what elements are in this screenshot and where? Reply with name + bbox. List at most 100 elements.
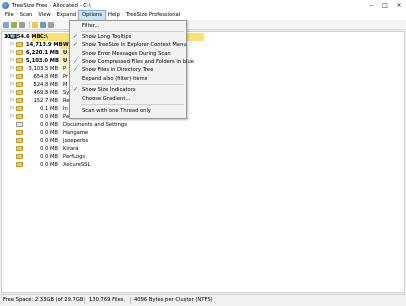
- refresh-icon[interactable]: [11, 21, 17, 28]
- tree-row[interactable]: ▷ 0.0 MB Pe: [2, 113, 402, 121]
- maximize-button[interactable]: □: [378, 0, 392, 11]
- menu-item-label: Show Long Tooltips: [82, 34, 132, 40]
- menu-file[interactable]: File: [2, 11, 17, 20]
- folder-icon: [16, 74, 23, 79]
- expand-icon[interactable]: ▷: [10, 98, 15, 103]
- menu-item-label: Show Compressed Files and Folders in blu…: [82, 59, 194, 65]
- expand-icon[interactable]: ▷: [10, 114, 15, 119]
- menu-item-compressed-blue[interactable]: ✓ Show Compressed Files and Folders in b…: [70, 58, 194, 66]
- tree-row[interactable]: ▷ 152.7 MB Re: [2, 97, 402, 105]
- menu-item-choose-gradient[interactable]: Choose Gradient...: [70, 95, 186, 103]
- expand-icon[interactable]: ▷: [10, 106, 15, 111]
- close-button[interactable]: ×: [392, 0, 406, 11]
- menu-item-size-indicators[interactable]: ✓ Show Size Indicators: [70, 86, 186, 94]
- menu-item-files-in-tree[interactable]: ✓ Show Files in Directory Tree: [70, 66, 186, 74]
- menu-item-long-tooltips[interactable]: ✓ Show Long Tooltips: [70, 33, 186, 41]
- menu-item-label: Show TreeSize In Explorer Context Menu: [82, 42, 187, 48]
- tree-row[interactable]: 0.0 MB XecureSSL: [2, 161, 402, 169]
- checkmark-icon: ✓: [73, 86, 79, 93]
- directory-tree[interactable]: ◢ 31,154.6 MB C:\ ▷ 14,713.9 MB W ▷ 6,22…: [1, 31, 405, 293]
- tree-size: 152.7 MB: [33, 98, 58, 104]
- menu-item-expand-filtered[interactable]: Expand also (filter) items: [70, 75, 186, 83]
- expand-icon[interactable]: ▷: [10, 90, 15, 95]
- tree-row-root[interactable]: ◢ 31,154.6 MB C:\: [2, 33, 402, 41]
- scan-drive-icon[interactable]: [3, 21, 9, 28]
- window-title: TreeSize Free - Allocated - C:\: [12, 2, 91, 9]
- tree-size: 0.0 MB: [40, 130, 58, 136]
- menu-item-error-messages[interactable]: Show Error Messages During Scan: [70, 50, 186, 58]
- menu-item-label: Expand also (filter) items: [82, 76, 148, 82]
- checkmark-icon: ✓: [73, 41, 79, 48]
- expand-icon[interactable]: ▷: [10, 66, 15, 71]
- menu-help[interactable]: Help: [105, 11, 123, 20]
- menu-item-filter[interactable]: Filter...: [70, 22, 186, 30]
- options-dropdown-menu: Filter... ✓ Show Long Tooltips ✓ Show Tr…: [69, 20, 194, 119]
- menu-item-label: Show Size Indicators: [82, 87, 136, 93]
- tree-name: Pr: [63, 74, 69, 80]
- tree-name: In: [63, 106, 68, 112]
- tree-size: 0.0 MB: [40, 114, 58, 120]
- tree-row[interactable]: 0.0 MB Kirara: [2, 145, 402, 153]
- save-icon[interactable]: [40, 21, 46, 28]
- print-icon[interactable]: [48, 21, 54, 28]
- folder-icon: [16, 42, 23, 47]
- menu-item-explorer-context[interactable]: ✓ Show TreeSize In Explorer Context Menu: [70, 41, 187, 49]
- menu-options[interactable]: Options: [78, 10, 107, 21]
- tree-row[interactable]: ▷ 0.1 MB In: [2, 105, 402, 113]
- expand-icon[interactable]: ▷: [10, 74, 15, 79]
- expand-icon[interactable]: ▷: [10, 42, 15, 47]
- folder-icon: [16, 138, 23, 143]
- tree-row[interactable]: ▷ 6,220.1 MB U: [2, 49, 402, 57]
- tree-row[interactable]: ▷ 3,103.5 MB P: [2, 65, 402, 73]
- tree-size: 6,220.1 MB: [26, 50, 59, 56]
- expand-icon[interactable]: ▷: [10, 58, 15, 63]
- status-divider: [84, 297, 85, 304]
- tree-size: 0.0 MB: [40, 138, 58, 144]
- status-divider: [130, 297, 131, 304]
- cluster-status: 4096 Bytes per Cluster (NTFS): [134, 297, 213, 303]
- tree-row[interactable]: ▷ 524.8 MB M: [2, 81, 402, 89]
- menu-item-one-thread[interactable]: Scan with one Thread only: [70, 107, 186, 115]
- tree-size: 469.8 MB: [33, 90, 58, 96]
- tree-name: Kirara: [63, 146, 79, 152]
- file-count-status: 130,769 Files: [89, 297, 124, 303]
- tree-name: U: [63, 50, 68, 56]
- stop-icon[interactable]: [19, 21, 25, 28]
- menu-separator: [81, 31, 184, 32]
- menu-view[interactable]: View: [35, 11, 53, 20]
- menu-separator: [81, 104, 184, 105]
- folder-icon: [16, 154, 23, 159]
- minimize-button[interactable]: –: [364, 0, 378, 11]
- menu-item-label: Show Error Messages During Scan: [82, 51, 171, 57]
- tree-name: PerfLogs: [63, 154, 86, 160]
- tree-row[interactable]: 0.0 MB Documents and Settings: [2, 121, 402, 129]
- folder-icon: [16, 90, 23, 95]
- menu-treesize-professional[interactable]: TreeSize Professional: [123, 11, 183, 20]
- menu-expand[interactable]: Expand: [54, 11, 79, 20]
- tree-row[interactable]: 0.0 MB Hangame: [2, 129, 402, 137]
- folder-icon: [16, 162, 23, 167]
- tree-row[interactable]: 0.0 MB PerfLogs: [2, 153, 402, 161]
- tree-row[interactable]: ▷ 14,713.9 MB W: [2, 41, 402, 49]
- expand-icon[interactable]: ▷: [10, 50, 15, 55]
- toolbar-separator: [29, 21, 30, 28]
- app-icon: [2, 2, 9, 9]
- folder-icon: [16, 114, 23, 119]
- tree-row[interactable]: ▷ 654.8 MB Pr: [2, 73, 402, 81]
- shortcut-folder-icon: [16, 122, 23, 127]
- tree-size: 3,103.5 MB: [28, 66, 58, 72]
- menu-separator: [81, 84, 184, 85]
- tree-row[interactable]: ▷ 5,103.0 MB U: [2, 57, 402, 65]
- expand-icon[interactable]: ▷: [10, 82, 15, 87]
- tree-name: jsoeperbs: [63, 138, 89, 144]
- tree-row[interactable]: 0.0 MB jsoeperbs: [2, 137, 402, 145]
- tree-row[interactable]: ▷ 469.8 MB Sy: [2, 89, 402, 97]
- menu-scan[interactable]: Scan: [17, 11, 36, 20]
- tree-name: U: [63, 58, 68, 64]
- folder-icon: [16, 50, 23, 55]
- open-folder-icon[interactable]: [32, 21, 38, 28]
- status-bar: Free Space: 2.33GB (of 29.7GB) 130,769 F…: [0, 294, 406, 306]
- title-bar: TreeSize Free - Allocated - C:\ – □ ×: [0, 0, 406, 11]
- tree-name: C:\: [40, 34, 48, 40]
- toolbar: [0, 20, 406, 30]
